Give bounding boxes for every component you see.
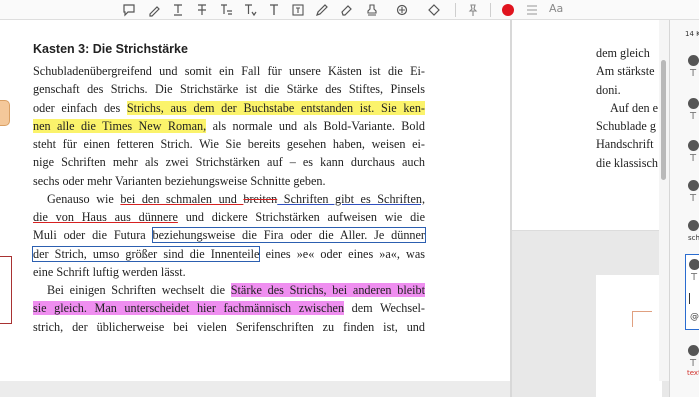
insert-text-icon[interactable] (242, 2, 258, 18)
text-line: die von Haus aus dünnere und dickere Str… (33, 210, 426, 224)
text-line: Auf den e (610, 100, 659, 115)
shapes-icon[interactable] (426, 2, 442, 18)
boxed-annotation[interactable]: beziehungsweise die Fira oder die Aller.… (151, 227, 427, 244)
attach-icon[interactable] (394, 2, 410, 18)
text-type-icon: T (690, 193, 697, 204)
text-line: doni. (596, 82, 621, 97)
document-page-lower (596, 275, 662, 397)
text-underline-icon[interactable] (170, 2, 186, 18)
text-line: Schublade g (596, 119, 656, 133)
section-heading: Kasten 3: Die Strichstärke (33, 42, 188, 56)
text-line: Schubladenübergreifend und somit ein Fal… (33, 64, 425, 78)
text-line: Handschrift (596, 137, 654, 152)
text-caret (689, 293, 690, 304)
text-line: Genauso wie bei den schmalen und breiten… (47, 191, 425, 206)
text-line: Muli oder die Futura beziehungsweise die… (33, 227, 427, 244)
avatar (688, 220, 699, 231)
text-strikethrough-icon[interactable] (194, 2, 210, 18)
text-type-icon: T (690, 68, 697, 79)
text-type-icon: T (690, 358, 697, 369)
text-line: der Strich, umso größer sind die Innente… (31, 245, 425, 262)
text-line: nige Schriften mehr als zwei Strichstärk… (33, 155, 425, 170)
vertical-scrollbar[interactable] (659, 20, 669, 381)
pin-icon[interactable] (465, 2, 481, 18)
underline-annotation[interactable]: bei den schmalen und (120, 192, 243, 206)
yellow-highlight[interactable]: nen alle die Times New Roman, (33, 118, 207, 133)
crop-mark (632, 311, 652, 327)
insert-annotation[interactable]: Schriften gibt es Schriften, (277, 192, 425, 206)
comment-item[interactable]: T (686, 55, 699, 91)
text-line: nen alle die Times New Roman, als normal… (33, 118, 426, 133)
text-line: Am stärkste (596, 64, 655, 79)
strikethrough-annotation[interactable]: breiten (243, 192, 277, 206)
text-line: oder einfach des Strichs, aus dem der Bu… (33, 100, 425, 115)
toolbar-separator (455, 3, 456, 17)
text-type-icon: T (690, 111, 697, 122)
avatar (688, 98, 699, 109)
pencil-icon[interactable] (314, 2, 330, 18)
thumbs-up-icon (0, 100, 10, 126)
text-line: sechs oder mehr Varianten beziehungsweis… (33, 173, 326, 188)
avatar (688, 345, 699, 356)
comment-item[interactable]: T (686, 98, 699, 134)
document-body[interactable]: Kasten 3: Die Strichstärke Schubladenübe… (31, 40, 427, 336)
textbox-icon[interactable] (290, 2, 306, 18)
text-type-icon: T (690, 153, 697, 164)
text-type-icon: T (691, 272, 698, 283)
text-line: Bei einigen Schriften wechselt die Stärk… (47, 283, 425, 297)
text-line: eine Schrift luftig werden lässt. (33, 264, 186, 279)
text-t-icon[interactable] (266, 2, 282, 18)
stamp-icon[interactable] (364, 2, 380, 18)
avatar (689, 259, 699, 270)
comment-icon[interactable] (121, 2, 137, 18)
document-page-right: dem gleich Am stärkste doni. Auf den e S… (512, 20, 662, 231)
font-size-icon[interactable]: Aa (549, 2, 563, 15)
avatar (688, 180, 699, 191)
comment-item[interactable]: T (686, 180, 699, 216)
text-line: genschaft des Strichs. Die Strichstärke … (33, 82, 425, 97)
margin-frame (0, 256, 12, 324)
text-line: sie gleich. Man unterscheidet hier fachm… (33, 301, 425, 316)
comments-panel: 14 K T T T T schr T @ T text (669, 20, 699, 397)
horizontal-scroll-area[interactable] (0, 381, 510, 397)
text-line: strich, der üblicherweise bei vielen Ser… (33, 319, 425, 334)
comment-item[interactable]: T (686, 140, 699, 176)
right-page-text: dem gleich Am stärkste doni. Auf den e S… (596, 44, 666, 172)
text-line: dem gleich (596, 46, 650, 60)
mention-icon[interactable]: @ (690, 312, 699, 322)
boxed-annotation[interactable]: der Strich, umso größer sind die Innente… (31, 245, 261, 262)
scrollbar-thumb[interactable] (661, 60, 666, 180)
text-line: steht für einen fetteren Strich. Wie Sie… (33, 137, 425, 151)
underline-annotation[interactable]: die von Haus aus dünnere (33, 210, 178, 224)
comments-count: 14 K (685, 30, 699, 38)
document-page: Kasten 3: Die Strichstärke Schubladenübe… (0, 20, 510, 381)
toolbar-separator (490, 3, 491, 17)
avatar (688, 55, 699, 66)
replace-text-icon[interactable] (218, 2, 234, 18)
text-line: die klassisch (596, 155, 658, 170)
magenta-highlight[interactable]: Stärke des Strichs, bei anderen bleibt (230, 283, 425, 297)
color-dot-icon[interactable] (500, 2, 516, 18)
comment-snippet: text (687, 369, 699, 377)
line-weight-icon[interactable] (524, 2, 540, 18)
eraser-icon[interactable] (338, 2, 354, 18)
yellow-highlight[interactable]: Strichs, aus dem der Buchstabe entstande… (126, 100, 425, 115)
magenta-highlight[interactable]: sie gleich. Man unterscheidet hier fachm… (33, 301, 345, 316)
annotation-toolbar: Aa (0, 0, 699, 20)
comment-snippet: schr (688, 234, 699, 242)
highlight-icon[interactable] (146, 2, 162, 18)
avatar (688, 140, 699, 151)
